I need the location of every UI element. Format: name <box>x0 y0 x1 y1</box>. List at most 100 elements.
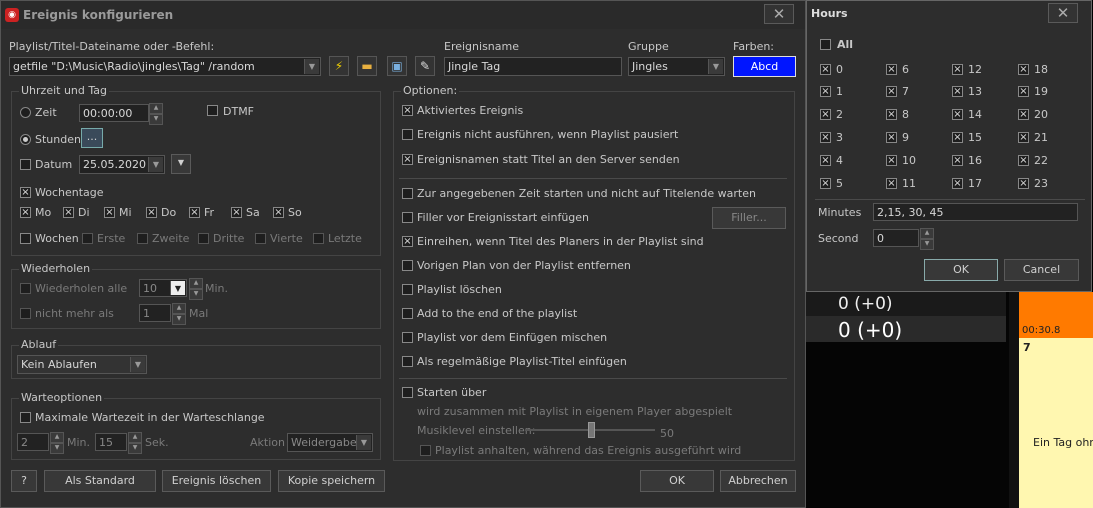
standard-button[interactable]: Als Standard <box>44 470 156 492</box>
hour-checkbox-8[interactable]: × <box>886 109 897 120</box>
hour-checkbox-22[interactable]: × <box>1018 155 1029 166</box>
hour-checkbox-7[interactable]: × <box>886 86 897 97</box>
option-checkbox-0[interactable]: × <box>402 105 413 116</box>
stunden-radio[interactable] <box>20 134 31 145</box>
eventname-input[interactable]: Jingle Tag <box>444 57 622 76</box>
wait-sec-input[interactable]: 15 <box>95 433 127 451</box>
hour-checkbox-14[interactable]: × <box>952 109 963 120</box>
option-checkbox-6[interactable] <box>402 260 413 271</box>
day-checkbox-so[interactable]: × <box>273 207 284 218</box>
week-checkbox-vierte[interactable] <box>255 233 266 244</box>
wochen-checkbox[interactable] <box>20 233 31 244</box>
hour-checkbox-11[interactable]: × <box>886 178 897 189</box>
week-checkbox-dritte[interactable] <box>198 233 209 244</box>
hour-checkbox-19[interactable]: × <box>1018 86 1029 97</box>
datum-extra-dropdown[interactable]: ▼ <box>171 154 191 174</box>
zeit-spinner[interactable]: ▲ ▼ <box>149 103 163 125</box>
hour-checkbox-2[interactable]: × <box>820 109 831 120</box>
zeit-radio[interactable] <box>20 107 31 118</box>
repeat-max-checkbox[interactable] <box>20 308 31 319</box>
option-checkbox-11[interactable] <box>402 387 413 398</box>
hours-all-checkbox[interactable] <box>820 39 831 50</box>
repeat-every-spinner[interactable]: ▲ ▼ <box>189 278 203 300</box>
hour-checkbox-18[interactable]: × <box>1018 64 1029 75</box>
window-button[interactable]: ▣ <box>387 56 407 76</box>
event-cell[interactable]: 7 Ein Tag ohne <box>1019 338 1093 508</box>
help-button[interactable]: ? <box>11 470 37 492</box>
minutes-input[interactable]: 2,15, 30, 45 <box>873 203 1078 221</box>
datum-checkbox[interactable] <box>20 159 31 170</box>
hour-checkbox-15[interactable]: × <box>952 132 963 143</box>
repeat-every-select[interactable]: 10 ▼ <box>139 279 187 297</box>
hours-cancel-button[interactable]: Cancel <box>1004 259 1079 281</box>
second-spinner[interactable]: ▲ ▼ <box>920 228 934 250</box>
zeit-input[interactable]: 00:00:00 <box>79 104 149 122</box>
hour-checkbox-20[interactable]: × <box>1018 109 1029 120</box>
option-checkbox-1[interactable] <box>402 129 413 140</box>
color-swatch[interactable]: Abcd <box>733 56 796 77</box>
filler-button[interactable]: Filler... <box>712 207 786 229</box>
anhalten-checkbox[interactable] <box>420 445 431 456</box>
option-checkbox-4[interactable] <box>402 212 413 223</box>
datum-select[interactable]: 25.05.2020 ▼ <box>79 155 165 174</box>
week-checkbox-zweite[interactable] <box>137 233 148 244</box>
hour-checkbox-9[interactable]: × <box>886 132 897 143</box>
repeat-every-dropdown-icon[interactable]: ▼ <box>170 281 185 295</box>
option-checkbox-9[interactable] <box>402 332 413 343</box>
wait-sec-spinner[interactable]: ▲ ▼ <box>128 432 142 454</box>
hour-checkbox-6[interactable]: × <box>886 64 897 75</box>
hour-checkbox-4[interactable]: × <box>820 155 831 166</box>
day-checkbox-mi[interactable]: × <box>104 207 115 218</box>
wochentage-checkbox[interactable]: × <box>20 187 31 198</box>
option-checkbox-2[interactable]: × <box>402 154 413 165</box>
hour-checkbox-1[interactable]: × <box>820 86 831 97</box>
wait-min-input[interactable]: 2 <box>17 433 49 451</box>
hour-checkbox-23[interactable]: × <box>1018 178 1029 189</box>
folder-button[interactable]: ▬ <box>357 56 377 76</box>
option-checkbox-8[interactable] <box>402 308 413 319</box>
option-checkbox-10[interactable] <box>402 356 413 367</box>
option-checkbox-5[interactable]: × <box>402 236 413 247</box>
day-checkbox-do[interactable]: × <box>146 207 157 218</box>
group-select[interactable]: Jingles ▼ <box>628 57 725 76</box>
lightning-button[interactable]: ⚡ <box>329 56 349 76</box>
hour-checkbox-17[interactable]: × <box>952 178 963 189</box>
slider-handle[interactable] <box>588 422 595 438</box>
expire-dropdown-icon[interactable]: ▼ <box>130 357 145 372</box>
repeat-max-spinner[interactable]: ▲ ▼ <box>172 303 186 325</box>
edit-button[interactable]: ✎ <box>415 56 435 76</box>
datum-dropdown-icon[interactable]: ▼ <box>148 157 163 172</box>
hour-checkbox-21[interactable]: × <box>1018 132 1029 143</box>
ok-button[interactable]: OK <box>640 470 714 492</box>
delete-event-button[interactable]: Ereignis löschen <box>162 470 271 492</box>
wait-action-dropdown-icon[interactable]: ▼ <box>356 435 371 450</box>
musiklevel-slider[interactable] <box>525 422 655 438</box>
hours-close-button[interactable]: ✕ <box>1048 3 1078 23</box>
hour-checkbox-13[interactable]: × <box>952 86 963 97</box>
repeat-max-input[interactable]: 1 <box>139 304 171 322</box>
hours-ok-button[interactable]: OK <box>924 259 998 281</box>
hour-checkbox-12[interactable]: × <box>952 64 963 75</box>
repeat-every-checkbox[interactable] <box>20 283 31 294</box>
playlist-dropdown-icon[interactable]: ▼ <box>304 59 319 74</box>
hour-checkbox-5[interactable]: × <box>820 178 831 189</box>
expire-select[interactable]: Kein Ablaufen ▼ <box>17 355 147 374</box>
option-checkbox-7[interactable] <box>402 284 413 295</box>
close-button[interactable]: ✕ <box>764 4 794 24</box>
playlist-input[interactable]: getfile "D:\Music\Radio\jingles\Tag" /ra… <box>9 57 321 76</box>
hour-checkbox-10[interactable]: × <box>886 155 897 166</box>
week-checkbox-erste[interactable] <box>82 233 93 244</box>
hour-checkbox-3[interactable]: × <box>820 132 831 143</box>
wait-min-spinner[interactable]: ▲ ▼ <box>50 432 64 454</box>
wait-max-checkbox[interactable] <box>20 412 31 423</box>
week-checkbox-letzte[interactable] <box>313 233 324 244</box>
second-input[interactable]: 0 <box>873 229 919 247</box>
day-checkbox-sa[interactable]: × <box>231 207 242 218</box>
group-dropdown-icon[interactable]: ▼ <box>708 59 723 74</box>
dtmf-checkbox[interactable] <box>207 105 218 116</box>
hour-checkbox-0[interactable]: × <box>820 64 831 75</box>
wait-action-select[interactable]: Weidergabe ▼ <box>287 433 373 452</box>
day-checkbox-di[interactable]: × <box>63 207 74 218</box>
day-checkbox-fr[interactable]: × <box>189 207 200 218</box>
option-checkbox-3[interactable] <box>402 188 413 199</box>
